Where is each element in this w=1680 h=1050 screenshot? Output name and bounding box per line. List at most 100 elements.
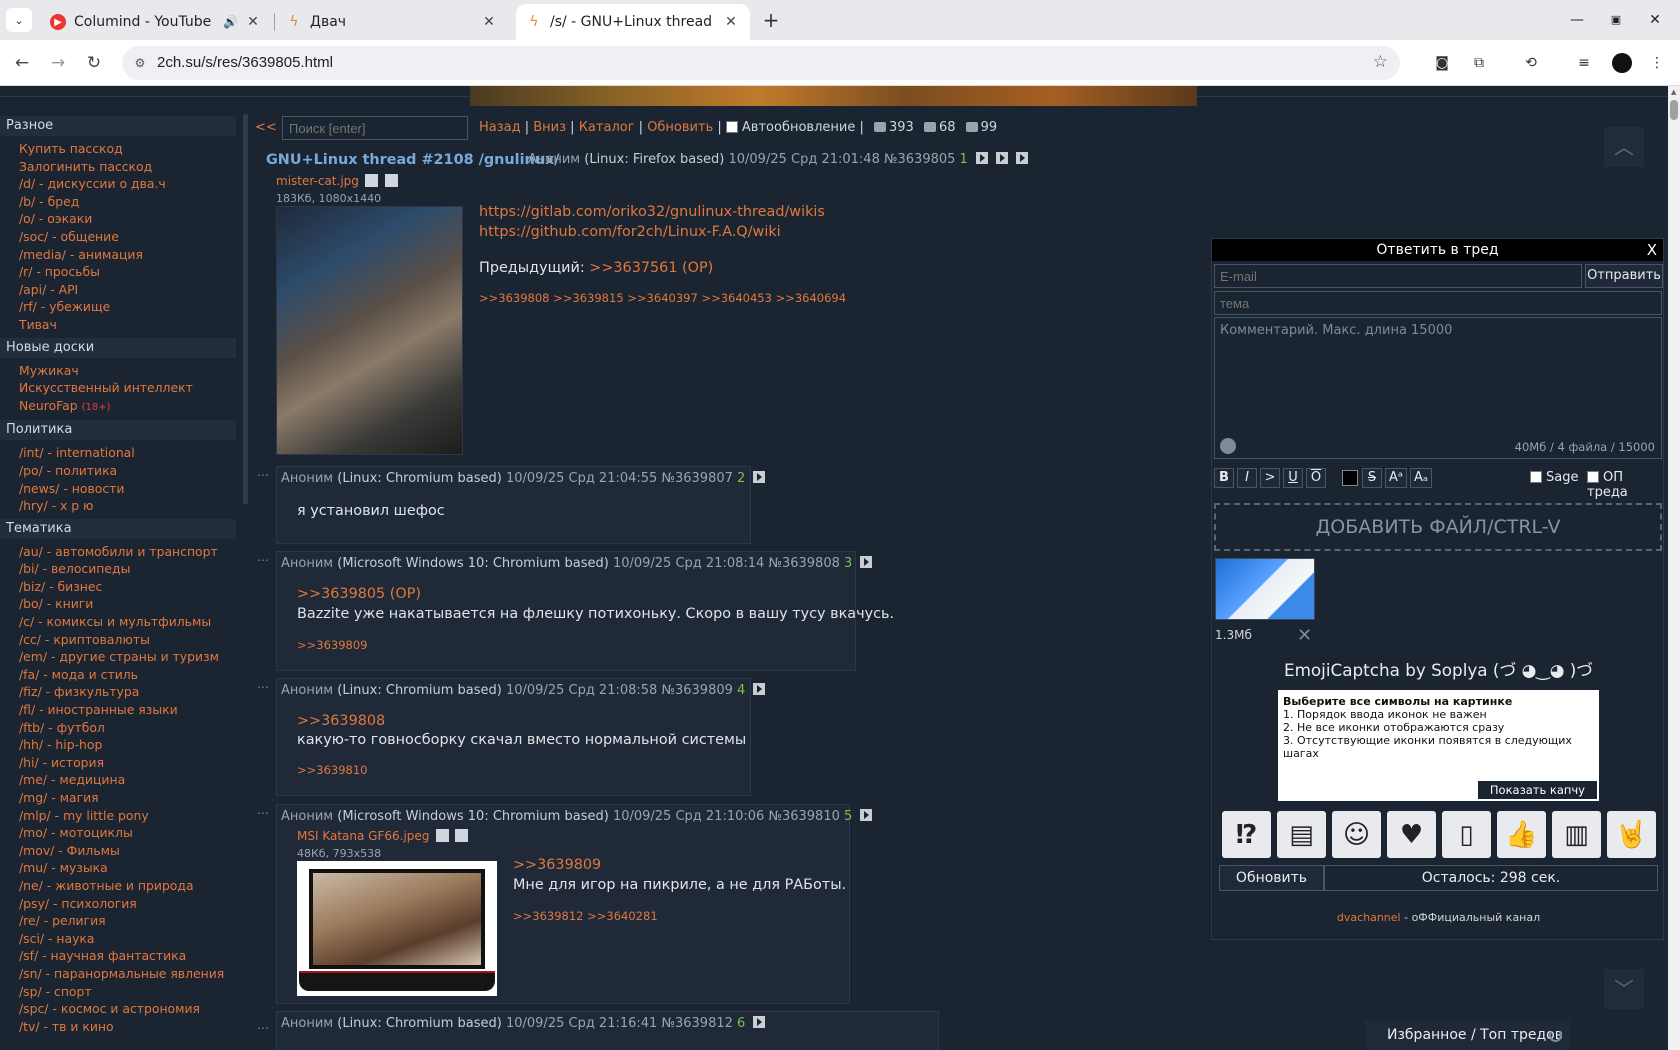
minimize-icon[interactable]: —	[1564, 8, 1590, 32]
profile-avatar[interactable]	[1612, 53, 1632, 73]
sidebar-item[interactable]: /mu/ - музыка	[0, 859, 236, 877]
tab-dvach[interactable]: ϟ Двач ✕	[276, 4, 508, 40]
sidebar-item[interactable]: /bo/ - книги	[0, 595, 236, 613]
close-tab-icon[interactable]: ✕	[480, 14, 498, 30]
post-dots-icon[interactable]: ⋯	[257, 680, 269, 694]
file-name-link[interactable]: MSI Katana GF66.jpeg	[297, 829, 429, 843]
sidebar-item[interactable]: /me/ - медицина	[0, 771, 236, 789]
attached-file-thumbnail[interactable]	[1215, 558, 1315, 620]
underline-button[interactable]: U	[1283, 468, 1303, 488]
sidebar-item[interactable]: /tv/ - тв и кино	[0, 1018, 236, 1036]
close-tab-icon[interactable]: ✕	[244, 14, 262, 30]
captcha-thumbs-up-icon[interactable]: 👍	[1497, 811, 1546, 858]
spoiler-color-button[interactable]	[1342, 470, 1358, 486]
site-info-icon[interactable]: ⚙	[130, 53, 150, 73]
captcha-rock-hand-icon[interactable]: 🤘	[1607, 811, 1656, 858]
sidebar-item[interactable]: /fa/ - мода и стиль	[0, 666, 236, 684]
sidebar-item[interactable]: /au/ - автомобили и транспорт	[0, 543, 236, 561]
hide-icon[interactable]	[996, 152, 1009, 164]
post-quote-link[interactable]: >>3639809	[513, 857, 601, 873]
comment-textarea[interactable]: Комментарий. Макс. длина 15000 40Мб / 4 …	[1214, 317, 1662, 459]
post-quote-link[interactable]: >>3639808	[297, 713, 385, 729]
nav-down-link[interactable]: Вниз	[533, 120, 566, 135]
sidebar-scrollbar[interactable]	[243, 114, 248, 504]
post-number[interactable]: №3639810	[768, 809, 839, 824]
tab-youtube[interactable]: ▶ Columind - YouTube 🔊 ✕	[40, 4, 272, 40]
file-drop-zone[interactable]: ДОБАВИТЬ ФАЙЛ/CTRL-V	[1214, 503, 1662, 551]
sidebar-item[interactable]: /fl/ - иностранные языки	[0, 701, 236, 719]
incognito-icon[interactable]: ◙	[1431, 52, 1453, 74]
sidebar-item[interactable]: NeuroFap (18+)	[0, 397, 236, 417]
captcha-archive-icon[interactable]: ▤	[1277, 811, 1326, 858]
captcha-interrobang-icon[interactable]: ⁉	[1222, 811, 1271, 858]
sidebar-item[interactable]: /ftb/ - футбол	[0, 719, 236, 737]
subject-field[interactable]	[1214, 291, 1662, 315]
sidebar-item[interactable]: /psy/ - психология	[0, 895, 236, 913]
op-replies[interactable]: >>3639808 >>3639815 >>3640397 >>3640453 …	[479, 291, 846, 305]
close-window-icon[interactable]: ✕	[1642, 8, 1668, 32]
show-captcha-button[interactable]: Показать капчу	[1477, 781, 1597, 799]
post-number[interactable]: №3639809	[661, 683, 732, 698]
italic-button[interactable]: I	[1237, 468, 1257, 488]
sidebar-item[interactable]: /b/ - бред	[0, 193, 236, 211]
sidebar-item[interactable]: /api/ - API	[0, 281, 236, 299]
captcha-heart-icon[interactable]: ♥	[1387, 811, 1436, 858]
sidebar-item[interactable]: /cc/ - криптовалюты	[0, 631, 236, 649]
faq-link[interactable]: https://github.com/for2ch/Linux-F.A.Q/wi…	[479, 224, 781, 240]
post-menu-icon[interactable]	[860, 809, 873, 821]
sidebar-item[interactable]: /mov/ - Фильмы	[0, 842, 236, 860]
extensions-icon[interactable]: ⧉	[1468, 52, 1490, 74]
new-tab-button[interactable]: +	[758, 8, 784, 32]
close-reply-button[interactable]: X	[1647, 239, 1657, 261]
quote-button[interactable]: >	[1260, 468, 1280, 488]
overline-button[interactable]: O	[1306, 468, 1326, 488]
sidebar-item[interactable]: /re/ - религия	[0, 912, 236, 930]
send-button[interactable]: Отправить	[1585, 264, 1663, 288]
tab-search-button[interactable]: ⌄	[6, 8, 32, 32]
subscript-button[interactable]: Aₐ	[1410, 468, 1432, 488]
post-number[interactable]: №3639812	[661, 1016, 732, 1031]
post-menu-icon[interactable]	[753, 1016, 766, 1028]
media-control-icon[interactable]: ≡	[1573, 52, 1595, 74]
sage-checkbox[interactable]	[1530, 471, 1542, 483]
post-dots-icon[interactable]: ⋯	[257, 806, 269, 820]
captcha-battery-icon[interactable]: ▯	[1442, 811, 1491, 858]
sidebar-item[interactable]: /news/ - новости	[0, 480, 236, 498]
sidebar-item[interactable]: /fiz/ - физкультура	[0, 683, 236, 701]
forward-icon[interactable]: →	[46, 51, 70, 75]
sidebar-item[interactable]: /sp/ - спорт	[0, 983, 236, 1001]
sidebar-item[interactable]: /spc/ - космос и астрономия	[0, 1000, 236, 1018]
bold-button[interactable]: B	[1214, 468, 1234, 488]
sidebar-item[interactable]: /bi/ - велосипеды	[0, 560, 236, 578]
sidebar-item[interactable]: /sf/ - научная фантастика	[0, 947, 236, 965]
sidebar-item[interactable]: /c/ - комиксы и мультфильмы	[0, 613, 236, 631]
sidebar-item[interactable]: /int/ - international	[0, 444, 236, 462]
strike-button[interactable]: S	[1362, 468, 1382, 488]
sidebar-item[interactable]: /sn/ - паранормальные явления	[0, 965, 236, 983]
post-menu-icon[interactable]	[753, 471, 766, 483]
post-replies[interactable]: >>3639810	[297, 763, 368, 777]
post-number[interactable]: №3639805	[884, 152, 955, 167]
post-replies[interactable]: >>3639809	[297, 638, 368, 652]
maximize-icon[interactable]: ▣	[1603, 8, 1629, 32]
back-icon[interactable]: ←	[10, 51, 34, 75]
sidebar-item[interactable]: /mlp/ - my little pony	[0, 807, 236, 825]
post-menu-icon[interactable]	[860, 556, 873, 568]
menu-kebab-icon[interactable]: ⋮	[1646, 52, 1668, 74]
image-search-icon[interactable]	[435, 829, 449, 842]
scroll-up-arrow-icon[interactable]: ▲	[1671, 88, 1676, 96]
favorites-top-button[interactable]: Избранное / Топ тредов	[1365, 1020, 1570, 1050]
reload-icon[interactable]: ↻	[82, 51, 106, 75]
sidebar-item[interactable]: /mg/ - магия	[0, 789, 236, 807]
star-icon[interactable]	[975, 152, 988, 164]
sidebar-item[interactable]: /media/ - анимация	[0, 246, 236, 264]
nav-catalog-link[interactable]: Каталог	[579, 120, 635, 135]
sidebar-item[interactable]: Мужикач	[0, 362, 236, 380]
post-menu-icon[interactable]	[753, 683, 766, 695]
sidebar-item[interactable]: /hi/ - история	[0, 754, 236, 772]
sidebar-item[interactable]: /o/ - оэкаки	[0, 210, 236, 228]
sidebar-item[interactable]: /mo/ - мотоциклы	[0, 824, 236, 842]
sidebar-item[interactable]: /em/ - другие страны и туризм	[0, 648, 236, 666]
nav-back-link[interactable]: Назад	[479, 120, 521, 135]
download-icon[interactable]	[384, 174, 398, 187]
